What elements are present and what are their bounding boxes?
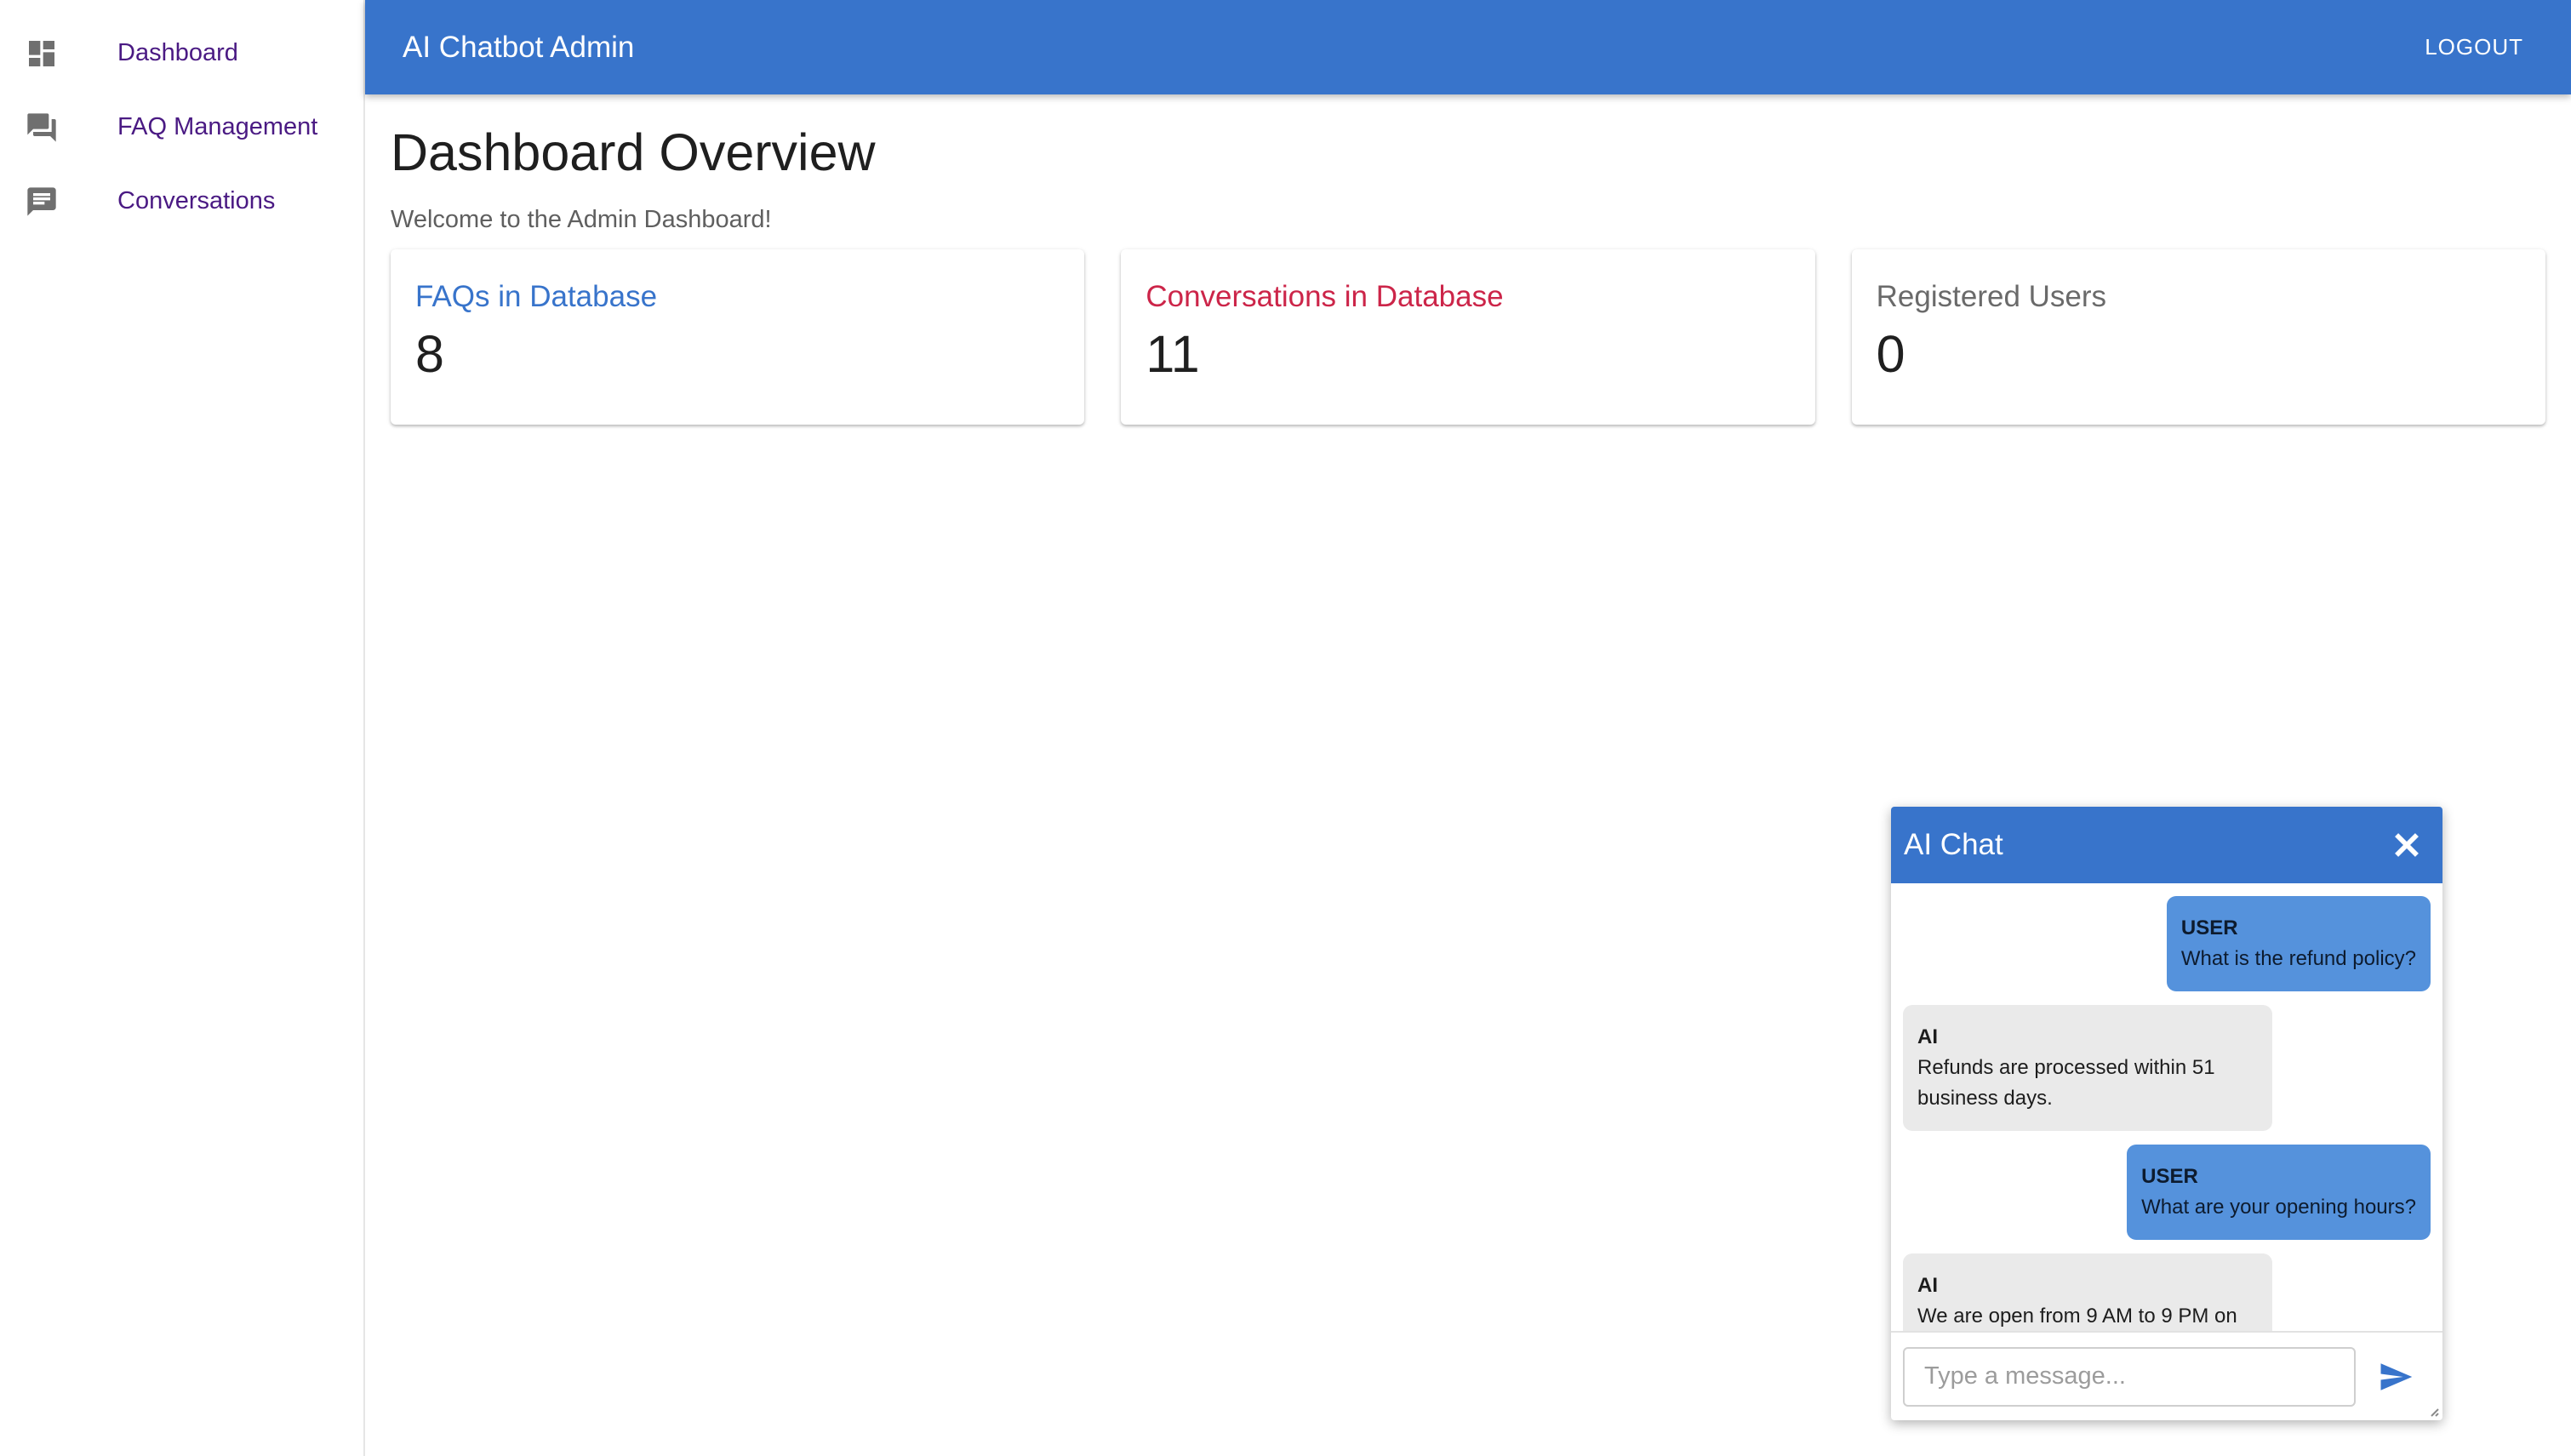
forum-icon	[25, 111, 59, 145]
message-sender: USER	[2180, 916, 2238, 939]
stat-card-label: Registered Users	[1876, 280, 2107, 313]
send-button[interactable]	[2374, 1356, 2417, 1398]
stat-card-label: Conversations in Database	[1146, 280, 1504, 313]
sidebar-item-dashboard[interactable]: Dashboard	[0, 16, 363, 90]
send-icon	[2380, 1362, 2413, 1390]
close-chat-button[interactable]	[2390, 828, 2424, 862]
message-text: What are your opening hours?	[2141, 1196, 2416, 1219]
message-text: We are open from 9 AM to 9 PM on weekday…	[1917, 1305, 2237, 1328]
chat-message-ai: AI We are open from 9 AM to 9 PM on week…	[1903, 1253, 2272, 1331]
chat-message-ai: AI Refunds are processed within 51 busin…	[1903, 1005, 2272, 1131]
close-icon	[2395, 833, 2419, 857]
stat-card-value: 11	[1146, 325, 1200, 383]
welcome-text: Welcome to the Admin Dashboard!	[391, 206, 772, 233]
stat-card-label: FAQs in Database	[415, 280, 658, 313]
stats-cards: FAQs in Database 8 Conversations in Data…	[391, 249, 2545, 425]
chat-widget: AI Chat USER What is the refund policy? …	[1891, 807, 2442, 1420]
sidebar-item-faq-management[interactable]: FAQ Management	[0, 90, 363, 164]
message-sender: USER	[2141, 1165, 2198, 1188]
sidebar: Dashboard FAQ Management Conversations	[0, 0, 365, 1456]
chat-footer	[1891, 1331, 2442, 1420]
message-sender: AI	[1917, 1025, 1938, 1048]
chat-messages[interactable]: USER What is the refund policy? AI Refun…	[1891, 883, 2442, 1331]
stat-card-faqs: FAQs in Database 8	[391, 249, 1085, 425]
page-title: Dashboard Overview	[391, 123, 876, 181]
app-title: AI Chatbot Admin	[403, 30, 635, 64]
stat-card-value: 0	[1876, 325, 1905, 383]
chat-header: AI Chat	[1891, 807, 2442, 883]
message-text: Refunds are processed within 51 business…	[1917, 1056, 2215, 1110]
main-content: Dashboard Overview Welcome to the Admin …	[391, 94, 2545, 425]
resize-handle-icon[interactable]	[2426, 1404, 2440, 1418]
sidebar-item-label: FAQ Management	[117, 113, 318, 140]
chat-title: AI Chat	[1904, 828, 2003, 861]
sidebar-item-label: Conversations	[117, 187, 276, 214]
stat-card-users: Registered Users 0	[1851, 249, 2545, 425]
chat-icon	[25, 185, 59, 219]
message-text: What is the refund policy?	[2180, 947, 2416, 970]
app-bar: AI Chatbot Admin LOGOUT	[365, 0, 2571, 94]
sidebar-item-label: Dashboard	[117, 39, 238, 66]
stat-card-conversations: Conversations in Database 11	[1121, 249, 1815, 425]
logout-button[interactable]: LOGOUT	[2425, 34, 2523, 60]
chat-message-user: USER What are your opening hours?	[2127, 1145, 2431, 1240]
message-sender: AI	[1917, 1274, 1938, 1297]
stat-card-value: 8	[415, 325, 444, 383]
chat-message-input[interactable]	[1903, 1346, 2356, 1407]
chat-message-user: USER What is the refund policy?	[2166, 896, 2431, 991]
dashboard-icon	[25, 37, 59, 71]
sidebar-item-conversations[interactable]: Conversations	[0, 164, 363, 238]
